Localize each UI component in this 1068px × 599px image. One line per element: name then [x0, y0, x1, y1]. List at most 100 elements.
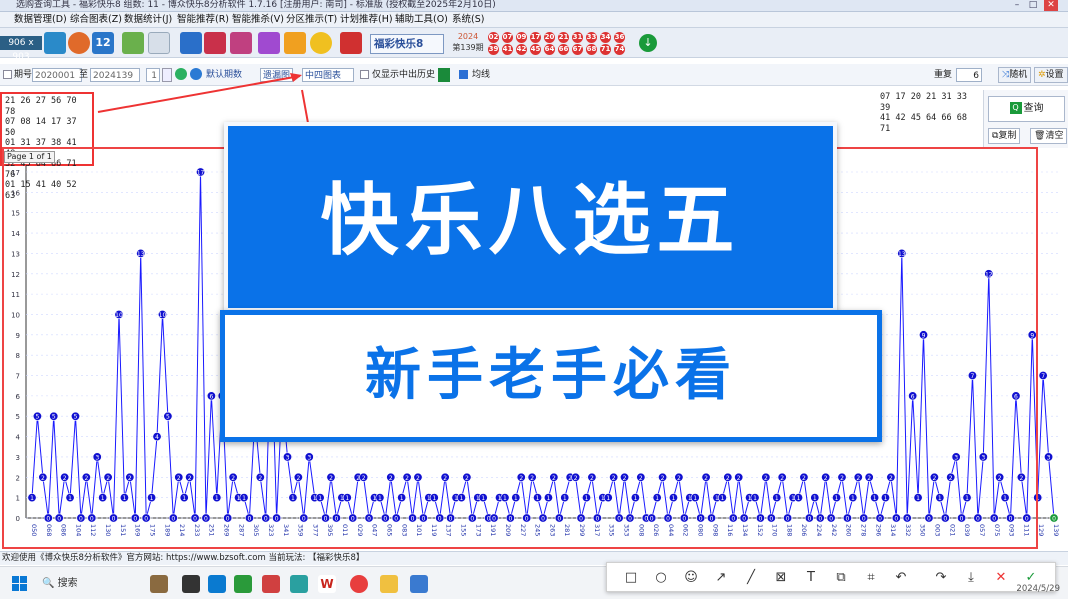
save-icon[interactable]: ⤓ — [961, 568, 981, 588]
data-label: 0 — [960, 516, 964, 523]
resolution-label: 906 x 903 — [0, 36, 42, 62]
x-tick-label: 098 — [711, 524, 719, 536]
filter-icon[interactable] — [44, 32, 66, 54]
rectangle-icon[interactable]: □ — [621, 568, 641, 588]
random-button[interactable]: ⤨随机 — [998, 67, 1032, 83]
only-history-checkbox[interactable] — [360, 70, 369, 79]
y-tick-label: 16 — [11, 189, 20, 197]
minimize-button[interactable]: – — [1010, 0, 1024, 11]
lottery-select[interactable]: 福彩快乐8 — [370, 34, 444, 54]
download-icon[interactable]: ↓ — [639, 34, 657, 52]
data-label: 2 — [128, 475, 132, 482]
data-label: 0 — [248, 516, 252, 523]
data-label: 1 — [720, 495, 724, 502]
app-icon-rat[interactable] — [150, 575, 168, 593]
issue-label: 期号 — [14, 70, 33, 80]
wps-icon[interactable]: W — [318, 575, 336, 593]
menu-zones[interactable]: 分区推示(T) — [286, 14, 337, 26]
data-label: 0 — [742, 516, 746, 523]
data-label: 2 — [677, 475, 681, 482]
data-label: 7 — [1041, 373, 1045, 380]
arrow-icon[interactable]: ↗ — [711, 568, 731, 588]
avg-line-checkbox[interactable] — [459, 70, 468, 79]
undo-icon[interactable]: ↶ — [891, 568, 911, 588]
data-label: 5 — [36, 414, 40, 421]
app-icon-doc[interactable] — [410, 575, 428, 593]
mosaic-icon[interactable]: ⊠ — [771, 568, 791, 588]
x-tick-label: 281 — [563, 524, 571, 536]
share-icon[interactable]: ↷ — [931, 568, 951, 588]
close-button[interactable]: ✕ — [1044, 0, 1058, 11]
x-tick-label: 287 — [237, 524, 245, 536]
emoji-icon[interactable]: ☺ — [681, 568, 701, 588]
data-label: 0 — [905, 516, 909, 523]
data-label: 1 — [938, 495, 942, 502]
x-tick-label: 047 — [371, 524, 379, 536]
menu-tools[interactable]: 辅助工具(O) — [395, 14, 448, 26]
x-tick-label: 350 — [919, 524, 927, 536]
from-issue-input[interactable]: 2020001 — [32, 68, 82, 82]
maximize-button[interactable]: □ — [1026, 0, 1040, 11]
menu-recommend[interactable]: 智能推荐(R) — [177, 14, 229, 26]
data-label: 0 — [862, 516, 866, 523]
query-button[interactable]: Q 查询 — [988, 96, 1065, 122]
x-tick-label: 296 — [874, 524, 882, 536]
settings-gear-icon[interactable] — [310, 32, 332, 54]
line-icon[interactable]: ╱ — [741, 568, 761, 588]
x-tick-label: 112 — [89, 524, 97, 536]
menu-charts[interactable]: 综合图表(Z) — [70, 14, 122, 26]
app-icon-teal[interactable] — [290, 575, 308, 593]
folder-icon[interactable] — [380, 575, 398, 593]
crop-icon[interactable]: ⌗ — [861, 568, 881, 588]
menu-stats[interactable]: 数据统计(J) — [124, 14, 172, 26]
screenshot-toolbar: □ ○ ☺ ↗ ╱ ⊠ T ⧉ ⌗ ↶ ↷ ⤓ ✕ ✓ — [606, 562, 1056, 592]
data-label: 0 — [682, 516, 686, 523]
trend-chart-icon[interactable] — [204, 32, 226, 54]
settings-button[interactable]: ✲设置 — [1034, 67, 1068, 83]
x-tick-label: 080 — [697, 524, 705, 536]
scatter-icon[interactable] — [148, 32, 170, 54]
windows-start-icon[interactable] — [12, 576, 28, 592]
issue-checkbox[interactable] — [3, 70, 12, 79]
text-icon[interactable]: T — [801, 568, 821, 588]
x-tick-label: 086 — [60, 524, 68, 536]
menu-data[interactable]: 数据管理(D) — [14, 14, 67, 26]
repeat-input[interactable]: 6 — [956, 68, 982, 82]
x-tick-label: 062 — [682, 524, 690, 536]
pencil-icon[interactable] — [258, 32, 280, 54]
pin-icon[interactable]: ⧉ — [831, 568, 851, 588]
data-label: 2 — [258, 475, 262, 482]
line-chart-icon[interactable] — [230, 32, 252, 54]
menu-plan[interactable]: 计划推荐(H) — [340, 14, 393, 26]
clear-button[interactable]: 🗑清空 — [1030, 128, 1068, 144]
x-tick-label: 152 — [756, 524, 764, 536]
x-tick-label: 003 — [934, 524, 942, 536]
x-tick-label: 359 — [297, 524, 305, 536]
menu-kill[interactable]: 智能推杀(V) — [232, 14, 284, 26]
pie-chart-icon[interactable] — [68, 32, 90, 54]
edge-browser-icon[interactable] — [208, 575, 226, 593]
x-tick-label: 101 — [415, 524, 423, 536]
data-label: 2 — [639, 475, 643, 482]
bar-chart-icon[interactable] — [180, 32, 202, 54]
data-label: 0 — [193, 516, 197, 523]
app-icon-red[interactable] — [262, 575, 280, 593]
copy-button[interactable]: ⧉复制 — [988, 128, 1021, 144]
taskbar-search[interactable]: 🔍 搜索 — [38, 573, 128, 595]
app-icon-dot[interactable] — [350, 575, 368, 593]
circle-icon[interactable]: ○ — [651, 568, 671, 588]
data-label: 9 — [1030, 332, 1034, 339]
data-label: 2 — [726, 475, 730, 482]
draw-ball: 42 — [516, 44, 527, 55]
excel-icon[interactable] — [438, 68, 450, 82]
layout-icon[interactable] — [284, 32, 306, 54]
menu-system[interactable]: 系统(S) — [452, 14, 484, 26]
alarm-icon[interactable] — [340, 32, 362, 54]
app-icon-green[interactable] — [234, 575, 252, 593]
grid-icon[interactable] — [122, 32, 144, 54]
y-tick-label: 0 — [16, 515, 20, 523]
app-icon-terminal[interactable] — [182, 575, 200, 593]
number-12-icon[interactable]: 12 — [92, 32, 114, 54]
data-label: 2 — [704, 475, 708, 482]
data-label: 0 — [710, 516, 714, 523]
